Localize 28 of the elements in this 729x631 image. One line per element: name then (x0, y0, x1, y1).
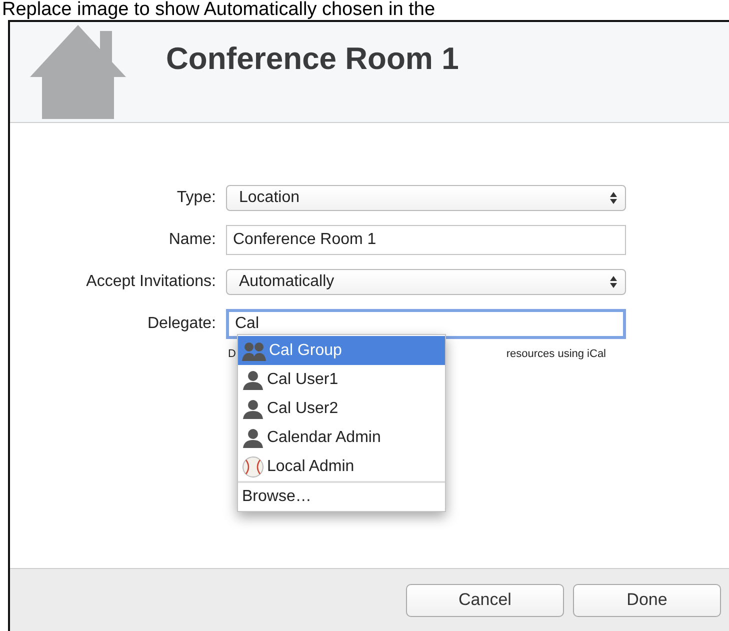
field-label: Type: (176, 189, 216, 207)
browse-item[interactable]: Browse… (238, 481, 445, 511)
menu-item[interactable]: Cal Group (238, 336, 445, 365)
stepper-arrows-icon (610, 192, 617, 204)
done-button[interactable]: Done (573, 584, 721, 616)
field-label: Name: (168, 231, 216, 249)
menu-item[interactable]: Cal User2 (238, 394, 445, 423)
hint-text: D (228, 348, 236, 360)
person-icon (242, 370, 264, 390)
person-icon (242, 428, 264, 448)
baseball-icon (242, 456, 264, 478)
menu-item[interactable]: Cal User1 (238, 365, 445, 394)
people-icon (242, 340, 266, 360)
field-label: Delegate: (146, 315, 216, 333)
caption-text: Replace image to show Automatically chosen in the (1, 0, 436, 20)
house-icon (30, 25, 126, 119)
input-field[interactable]: Conference Room 1 (226, 225, 626, 255)
window-title: Conference Room 1 (166, 41, 459, 77)
menu-item[interactable]: Calendar Admin (238, 423, 445, 452)
field-label: Accept Invitations: (85, 273, 216, 291)
menu-item[interactable]: Local Admin (238, 452, 445, 481)
popup-button[interactable]: Automatically (226, 269, 626, 295)
stepper-arrows-icon (610, 276, 617, 288)
popup-button[interactable]: Location (226, 185, 626, 211)
person-icon (242, 398, 264, 418)
input-field[interactable]: Cal (226, 309, 626, 339)
hint-text: resources using iCal (506, 348, 606, 360)
cancel-button[interactable]: Cancel (406, 584, 564, 616)
